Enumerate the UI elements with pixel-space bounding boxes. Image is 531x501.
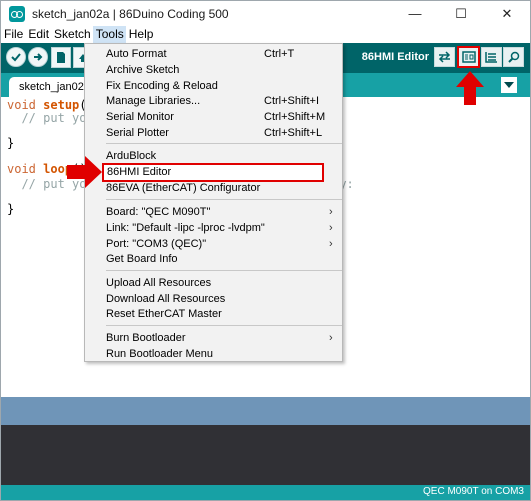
red-arrow-right-icon xyxy=(67,156,102,188)
menu-item-burn-bootloader[interactable]: Burn Bootloader › xyxy=(85,330,342,346)
window-title: sketch_jan02a | 86Duino Coding 500 xyxy=(32,6,229,21)
chevron-right-icon: › xyxy=(329,206,333,218)
menu-item-board[interactable]: Board: "QEC M090T" › xyxy=(85,204,342,220)
menu-item-download-resources[interactable]: Download All Resources xyxy=(85,291,342,307)
serial-monitor-icon xyxy=(507,51,519,63)
verify-button[interactable] xyxy=(6,47,26,67)
board-port-status: QEC M090T on COM3 xyxy=(423,486,524,497)
sync-button[interactable] xyxy=(434,47,455,67)
menu-item-serial-monitor[interactable]: Serial Monitor Ctrl+Shift+M xyxy=(85,109,342,125)
upload-icon xyxy=(34,53,43,61)
app-logo-icon xyxy=(9,5,25,22)
verify-icon xyxy=(11,53,21,62)
code-line: } xyxy=(7,136,15,150)
menu-item-reset-ethercat[interactable]: Reset EtherCAT Master xyxy=(85,306,342,322)
serial-monitor-button[interactable] xyxy=(503,47,524,67)
tools-menu: Auto Format Ctrl+T Archive Sketch Fix Enc… xyxy=(84,43,343,362)
menu-bar: File Edit Sketch Tools Help xyxy=(1,26,530,43)
code-line: } xyxy=(7,202,15,216)
sync-icon xyxy=(438,51,451,63)
menu-separator xyxy=(106,270,342,271)
menu-sketch[interactable]: Sketch xyxy=(51,26,93,43)
menu-separator xyxy=(106,143,342,144)
chevron-right-icon: › xyxy=(329,332,333,344)
menu-item-run-bootloader[interactable]: Run Bootloader Menu xyxy=(85,346,342,362)
chevron-right-icon: › xyxy=(329,222,333,234)
menu-edit[interactable]: Edit xyxy=(25,26,51,43)
hmi-editor-icon xyxy=(461,51,476,63)
menu-item-manage-libraries[interactable]: Manage Libraries... Ctrl+Shift+I xyxy=(85,93,342,109)
menu-item-get-board-info[interactable]: Get Board Info xyxy=(85,251,342,267)
red-arrow-up-icon xyxy=(456,71,484,105)
menu-file[interactable]: File xyxy=(1,26,25,43)
ide-window: sketch_jan02a | 86Duino Coding 500 — ☐ ✕… xyxy=(0,0,531,501)
title-bar: sketch_jan02a | 86Duino Coding 500 — ☐ ✕ xyxy=(1,1,530,26)
menu-help[interactable]: Help xyxy=(126,26,156,43)
chevron-right-icon: › xyxy=(329,238,333,250)
menu-item-ardublock[interactable]: ArduBlock xyxy=(85,148,342,164)
hmi-editor-button[interactable] xyxy=(457,46,480,68)
menu-item-port[interactable]: Port: "COM3 (QEC)" › xyxy=(85,236,342,252)
menu-item-upload-resources[interactable]: Upload All Resources xyxy=(85,275,342,291)
menu-separator xyxy=(106,199,342,200)
status-bar: QEC M090T on COM3 xyxy=(1,485,530,500)
close-button[interactable]: ✕ xyxy=(484,1,530,26)
new-icon xyxy=(57,52,65,63)
list-button[interactable] xyxy=(481,47,502,67)
window-controls: — ☐ ✕ xyxy=(392,1,530,26)
upload-button[interactable] xyxy=(28,47,48,67)
message-area xyxy=(1,397,530,425)
menu-item-serial-plotter[interactable]: Serial Plotter Ctrl+Shift+L xyxy=(85,125,342,141)
menu-item-86eva-configurator[interactable]: 86EVA (EtherCAT) Configurator xyxy=(85,180,342,196)
menu-tools[interactable]: Tools xyxy=(92,26,126,43)
console-output xyxy=(1,425,530,485)
maximize-button[interactable]: ☐ xyxy=(438,1,484,26)
toolbar-hint-label: 86HMI Editor xyxy=(361,51,429,63)
menu-item-fix-encoding[interactable]: Fix Encoding & Reload xyxy=(85,78,342,94)
new-button[interactable] xyxy=(51,47,71,68)
minimize-button[interactable]: — xyxy=(392,1,438,26)
menu-item-archive-sketch[interactable]: Archive Sketch xyxy=(85,62,342,78)
tab-menu-dropdown[interactable] xyxy=(501,77,517,93)
menu-item-link[interactable]: Link: "Default -lipc -lproc -lvdpm" › xyxy=(85,220,342,236)
menu-separator xyxy=(106,325,342,326)
list-icon xyxy=(485,52,497,63)
menu-item-auto-format[interactable]: Auto Format Ctrl+T xyxy=(85,46,342,62)
